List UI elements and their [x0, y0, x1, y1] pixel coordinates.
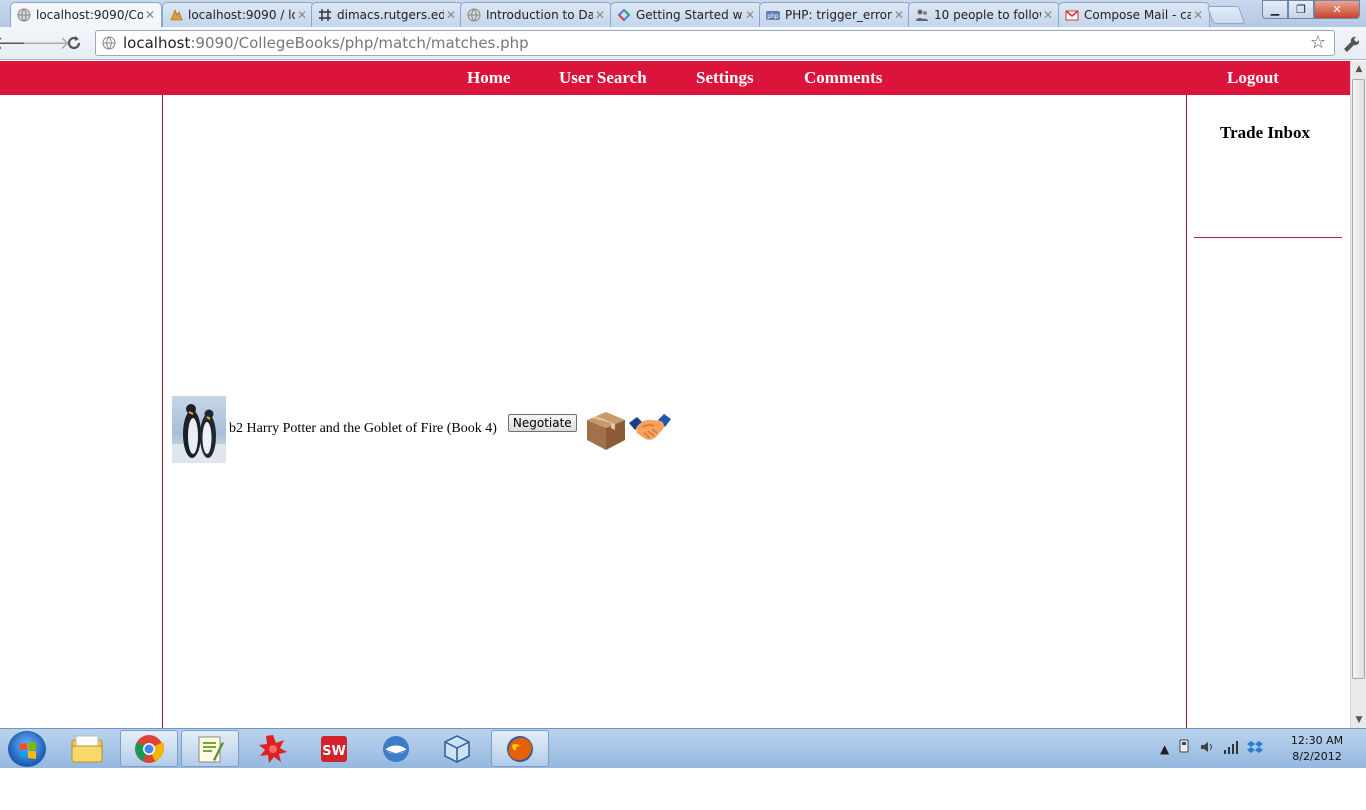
- nav-logout-link[interactable]: Logout: [1227, 68, 1279, 88]
- bookmark-star-icon[interactable]: ☆: [1310, 32, 1326, 53]
- google-icon: [617, 8, 631, 22]
- volume-icon[interactable]: [1199, 739, 1215, 758]
- browser-tab-getting-started[interactable]: Getting Started wit ✕: [610, 2, 762, 27]
- system-tray: ▲: [1160, 739, 1264, 758]
- forward-arrow-icon[interactable]: 🡒: [22, 32, 70, 54]
- browser-tab-php[interactable]: php PHP: trigger_error ✕: [759, 2, 911, 27]
- clock-date: 8/2/2012: [1292, 750, 1342, 763]
- tab-title: Getting Started wit: [636, 8, 743, 22]
- page-info-icon[interactable]: [101, 35, 117, 51]
- right-column-divider: [1186, 95, 1187, 728]
- svg-text:SW: SW: [322, 744, 346, 759]
- browser-tab-phpmyadmin[interactable]: localhost:9090 / loc ✕: [162, 2, 314, 27]
- address-bar[interactable]: localhost:9090/CollegeBooks/php/match/ma…: [95, 30, 1335, 56]
- nav-user-search-link[interactable]: User Search: [559, 68, 647, 88]
- match-book-title: b2 Harry Potter and the Goblet of Fire (…: [229, 421, 497, 436]
- thunderbird-taskbar-icon[interactable]: [367, 730, 425, 767]
- close-tab-icon[interactable]: ✕: [892, 8, 906, 22]
- browser-toolbar: 🡐 🡒 localhost:9090/CollegeBooks/php/matc…: [0, 27, 1366, 60]
- globe-icon: [467, 8, 481, 22]
- browser-tab-compose-mail[interactable]: Compose Mail - ca ✕: [1058, 2, 1210, 27]
- close-window-button[interactable]: ✕: [1314, 0, 1360, 19]
- trade-inbox-divider: [1194, 237, 1342, 238]
- package-box-icon[interactable]: [583, 406, 629, 452]
- maximize-button[interactable]: ❐: [1288, 0, 1314, 19]
- url-path: :9090/CollegeBooks/php/match/matches.php: [190, 34, 529, 52]
- svg-text:php: php: [767, 13, 779, 20]
- tab-title: Introduction to Dat: [486, 8, 593, 22]
- url-text: localhost:9090/CollegeBooks/php/match/ma…: [123, 34, 529, 52]
- browser-tab-introduction[interactable]: Introduction to Dat ✕: [460, 2, 612, 27]
- notepad-plus-taskbar-icon[interactable]: [181, 730, 239, 767]
- bottom-blank-area: [0, 768, 1366, 810]
- match-row: b2 Harry Potter and the Goblet of Fire (…: [172, 395, 673, 463]
- globe-icon: [17, 8, 31, 22]
- minimize-button[interactable]: ▁: [1262, 0, 1288, 19]
- usb-device-icon[interactable]: [1177, 739, 1191, 758]
- reload-icon[interactable]: [63, 32, 85, 54]
- tab-title: PHP: trigger_error: [785, 8, 892, 22]
- virtualbox-taskbar-icon[interactable]: [428, 730, 486, 767]
- dropbox-icon[interactable]: [1247, 739, 1264, 758]
- tab-title: localhost:9090/Coll: [36, 8, 143, 22]
- nav-home-link[interactable]: Home: [467, 68, 510, 88]
- gmail-icon: [1065, 8, 1079, 22]
- new-tab-button[interactable]: [1206, 6, 1246, 24]
- tab-title: localhost:9090 / loc: [188, 8, 295, 22]
- site-navbar: Home User Search Settings Comments Logou…: [0, 61, 1350, 95]
- scroll-up-arrow-icon[interactable]: ▲: [1351, 61, 1366, 77]
- wrench-menu-icon[interactable]: [1340, 32, 1360, 54]
- php-icon: php: [766, 8, 780, 22]
- url-host: localhost: [123, 34, 191, 52]
- close-tab-icon[interactable]: ✕: [743, 8, 757, 22]
- burst-app-taskbar-icon[interactable]: [244, 730, 302, 767]
- taskbar-clock[interactable]: 12:30 AM 8/2/2012: [1282, 733, 1352, 765]
- clock-time: 12:30 AM: [1290, 734, 1344, 747]
- left-column-divider: [162, 95, 163, 728]
- negotiate-button[interactable]: Negotiate: [507, 413, 577, 432]
- network-signal-icon[interactable]: [1223, 739, 1239, 758]
- browser-tab-matches[interactable]: localhost:9090/Coll ✕: [10, 2, 162, 27]
- tab-title: 10 people to follow: [934, 8, 1041, 22]
- close-tab-icon[interactable]: ✕: [444, 8, 458, 22]
- show-hidden-icons-arrow-icon[interactable]: ▲: [1160, 742, 1169, 756]
- close-tab-icon[interactable]: ✕: [1041, 8, 1055, 22]
- explorer-taskbar-icon[interactable]: [58, 730, 116, 767]
- trade-inbox-title: Trade Inbox: [1220, 123, 1310, 142]
- handshake-icon[interactable]: [627, 409, 673, 449]
- scroll-down-arrow-icon[interactable]: ▼: [1351, 712, 1366, 728]
- close-tab-icon[interactable]: ✕: [593, 8, 607, 22]
- nav-comments-link[interactable]: Comments: [804, 68, 882, 88]
- tab-title: dimacs.rutgers.edu: [337, 8, 444, 22]
- close-tab-icon[interactable]: ✕: [1191, 8, 1205, 22]
- tab-strip: localhost:9090/Coll ✕ localhost:9090 / l…: [0, 0, 1366, 27]
- people-icon: [915, 8, 929, 22]
- start-button[interactable]: [8, 731, 46, 767]
- chrome-taskbar-icon[interactable]: [120, 730, 178, 767]
- web-page: Home User Search Settings Comments Logou…: [0, 61, 1350, 728]
- browser-tab-dimacs[interactable]: dimacs.rutgers.edu ✕: [311, 2, 463, 27]
- close-tab-icon[interactable]: ✕: [295, 8, 309, 22]
- scrollbar-thumb[interactable]: [1352, 79, 1365, 679]
- user-avatar-thumbnail: [172, 395, 226, 463]
- firefox-taskbar-icon[interactable]: [491, 730, 549, 767]
- browser-tab-10-people[interactable]: 10 people to follow ✕: [908, 2, 1060, 27]
- phpmyadmin-icon: [169, 8, 183, 22]
- nav-settings-link[interactable]: Settings: [696, 68, 754, 88]
- tab-title: Compose Mail - ca: [1084, 8, 1191, 22]
- windows-taskbar: SW ▲ 12:30 AM 8/2/2012: [0, 728, 1366, 768]
- grid-icon: [318, 8, 332, 22]
- close-tab-icon[interactable]: ✕: [143, 8, 157, 22]
- vertical-scrollbar[interactable]: ▲ ▼: [1350, 61, 1366, 728]
- solidworks-taskbar-icon[interactable]: SW: [305, 730, 363, 767]
